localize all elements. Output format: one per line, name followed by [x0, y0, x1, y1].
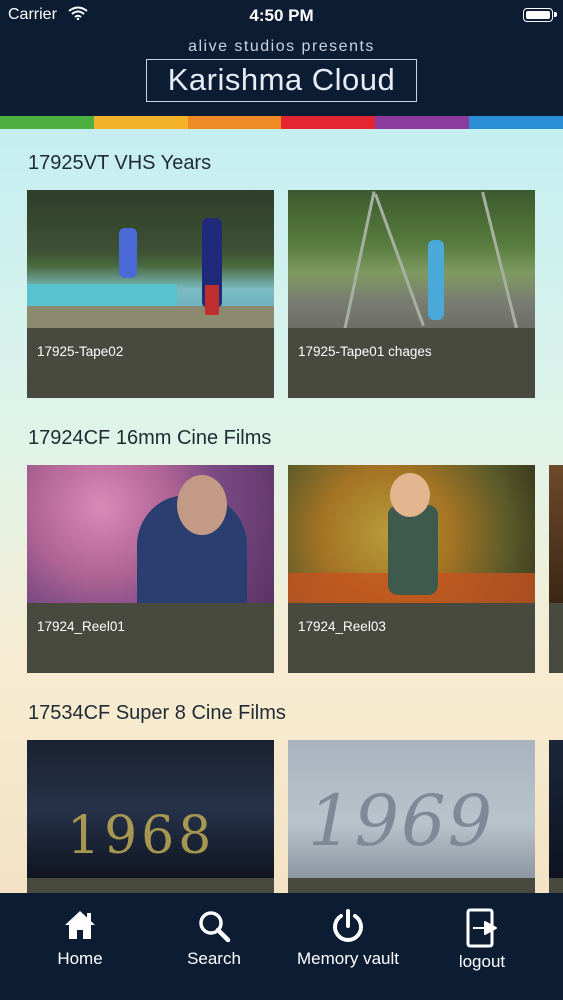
rainbow-stripe-red [281, 116, 376, 129]
video-card[interactable]: 17924_Reel01 [27, 465, 274, 673]
rainbow-stripe-purple [375, 116, 470, 129]
power-icon [331, 909, 365, 948]
battery-icon [523, 8, 557, 22]
logout-icon [465, 907, 499, 954]
rainbow-stripe-green [0, 116, 94, 129]
clock: 4:50 PM [249, 6, 314, 25]
video-caption: 17924_Reel03 [298, 619, 386, 634]
rainbow-stripe-yellow [93, 116, 188, 129]
tab-home-label: Home [57, 949, 103, 968]
video-thumbnail [288, 190, 535, 328]
video-thumbnail [549, 740, 563, 878]
rainbow-stripe-blue [469, 116, 563, 129]
rainbow-divider [0, 116, 563, 129]
rainbow-stripe-orange [187, 116, 282, 129]
video-caption: 17925-Tape01 chages [298, 344, 432, 359]
brand-logo: Karishma Cloud [146, 59, 417, 102]
tab-logout[interactable]: logout [432, 893, 532, 1000]
home-icon [63, 909, 97, 946]
video-card-partial[interactable] [549, 465, 563, 673]
video-card[interactable]: 1968 [27, 740, 274, 893]
tab-logout-label: logout [458, 952, 506, 971]
section-title: 17925VT VHS Years [28, 152, 212, 174]
video-thumbnail [27, 465, 274, 603]
section-title: 17534CF Super 8 Cine Films [28, 702, 286, 724]
video-card[interactable]: 17925-Tape01 chages [288, 190, 535, 398]
bottom-tab-bar: Home Search Memory vault logout [0, 893, 563, 1000]
status-bar: Carrier 4:50 PM [0, 0, 563, 30]
video-thumbnail: 1969 [288, 740, 535, 878]
video-thumbnail [288, 465, 535, 603]
tab-memory-vault-label: Memory vault [296, 949, 400, 968]
video-caption: 17924_Reel01 [37, 619, 125, 634]
video-card[interactable]: 17924_Reel03 [288, 465, 535, 673]
section-title: 17924CF 16mm Cine Films [28, 427, 272, 449]
video-caption: 17925-Tape02 [37, 344, 124, 359]
video-thumbnail [27, 190, 274, 328]
video-card[interactable]: 17925-Tape02 [27, 190, 274, 398]
collections-list[interactable]: 17925VT VHS Years 17925-Tape02 17925-Tap… [0, 129, 563, 893]
tab-search[interactable]: Search [164, 893, 264, 1000]
video-thumbnail [549, 465, 563, 603]
video-card[interactable]: 1969 [288, 740, 535, 893]
app-header: alive studios presents Karishma Cloud [0, 30, 563, 116]
search-icon [197, 909, 231, 948]
presents-text: alive studios presents [188, 38, 375, 55]
video-card-partial[interactable] [549, 740, 563, 893]
tab-home[interactable]: Home [30, 893, 130, 1000]
video-thumbnail: 1968 [27, 740, 274, 878]
tab-memory-vault[interactable]: Memory vault [288, 893, 408, 1000]
tab-search-label: Search [187, 949, 241, 968]
